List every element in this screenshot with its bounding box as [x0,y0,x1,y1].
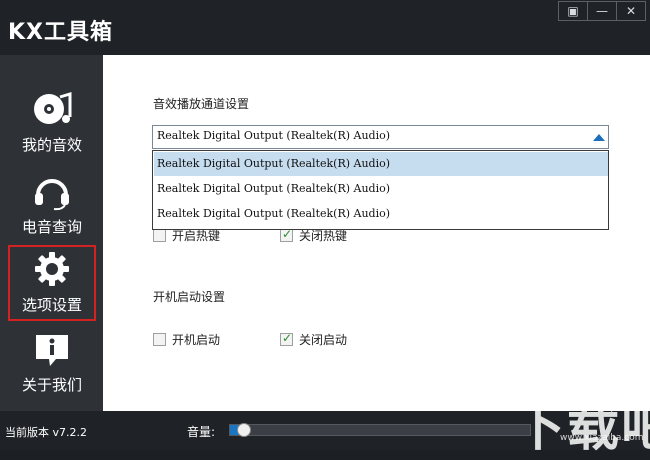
startup-on-label: 开机启动 [172,333,221,347]
close-icon[interactable]: ✕ [616,2,645,20]
headset-icon [35,179,69,211]
version-text: 当前版本 v7.2.2 [5,426,87,439]
sidebar-item-label: 我的音效 [21,136,82,154]
volume-label: 音量: [187,425,216,439]
watermark-logo: 下载吧 [513,398,650,458]
title-bar: KX工具箱 ▣ — ✕ [0,0,650,55]
sidebar-item-my-effects[interactable]: 我的音效 [8,85,96,161]
sidebar: 我的音效 电音查询 选项设置 关于我们 [0,55,103,411]
gear-icon [35,252,69,286]
volume-slider[interactable] [229,423,531,437]
sidebar-item-about[interactable]: 关于我们 [8,325,96,401]
info-bubble-icon [36,335,68,366]
app-window: KX工具箱 ▣ — ✕ 我的音效 电音查询 选项设置 关于我们 音效播放通道设置… [0,0,650,458]
dropdown-option[interactable]: Realtek Digital Output (Realtek(R) Audio… [154,202,608,226]
startup-heading: 开机启动设置 [153,290,226,304]
startup-off-label: 关闭启动 [299,333,348,347]
settings-panel: 音效播放通道设置 Realtek Digital Output (Realtek… [103,55,650,411]
sidebar-item-music-search[interactable]: 电音查询 [8,167,96,243]
sidebar-item-settings[interactable]: 选项设置 [8,245,96,321]
checkbox-box[interactable]: ✓ [280,331,293,346]
dropdown-arrow-icon[interactable] [593,134,605,141]
checkbox-box[interactable]: ✓ [280,227,293,242]
volume-slider-handle[interactable] [237,423,251,437]
audio-channel-dropdown-list: Realtek Digital Output (Realtek(R) Audio… [152,150,609,230]
audio-channel-selected-value: Realtek Digital Output (Realtek(R) Audio… [157,129,391,142]
minimize-icon[interactable]: — [587,2,616,20]
audio-channel-select[interactable]: Realtek Digital Output (Realtek(R) Audio… [152,125,609,149]
menu-dropdown-icon[interactable]: ▣ [559,2,587,20]
music-disc-icon [34,91,72,124]
check-mark-icon: ✓ [282,331,293,345]
checkbox-box[interactable] [153,229,166,242]
dropdown-option[interactable]: Realtek Digital Output (Realtek(R) Audio… [154,177,608,201]
app-title: KX工具箱 [8,20,114,45]
startup-off-checkbox[interactable]: ✓ 关闭启动 [280,331,347,348]
startup-on-checkbox[interactable]: 开机启动 [153,331,220,348]
audio-channel-heading: 音效播放通道设置 [153,97,250,111]
window-controls: ▣ — ✕ [558,1,646,21]
sidebar-item-label: 电音查询 [21,218,82,236]
sidebar-item-label: 关于我们 [21,376,82,394]
checkbox-box[interactable] [153,333,166,346]
sidebar-item-label: 选项设置 [21,296,82,314]
dropdown-option[interactable]: Realtek Digital Output (Realtek(R) Audio… [154,152,608,176]
watermark-url: www.xiazaiba.com [560,433,644,443]
